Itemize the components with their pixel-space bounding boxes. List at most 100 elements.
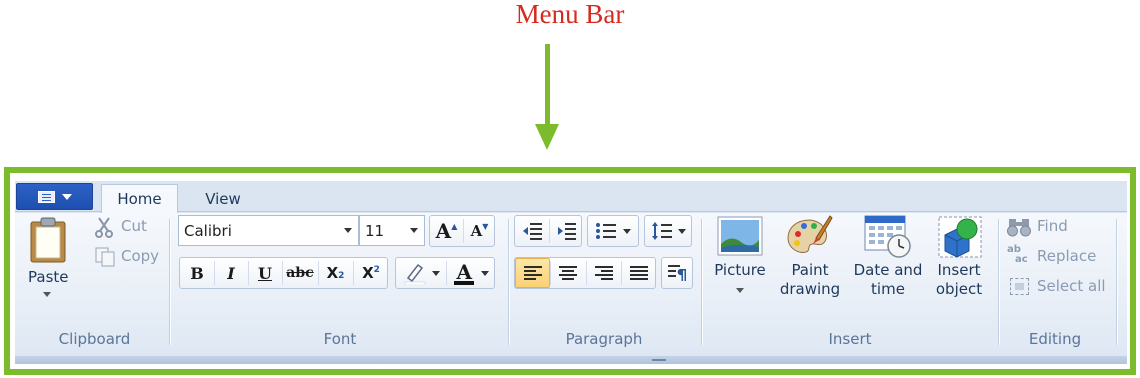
justify-icon	[630, 266, 648, 280]
annotation-arrow-head	[535, 124, 559, 150]
copy-label: Copy	[121, 247, 160, 265]
align-right-button[interactable]	[586, 258, 621, 288]
align-center-button[interactable]	[550, 258, 586, 288]
tab-home[interactable]: Home	[101, 184, 178, 213]
group-label-insert: Insert	[828, 330, 872, 348]
increase-indent-icon	[558, 223, 576, 240]
insert-picture-button[interactable]: Picture	[708, 213, 772, 305]
paste-label: Paste	[28, 268, 69, 286]
paint-drawing-label: Paint drawing	[779, 261, 841, 298]
picture-icon	[717, 216, 763, 256]
date-and-time-label: Date and time	[853, 261, 923, 298]
chevron-down-icon	[410, 228, 418, 233]
binoculars-icon	[1007, 219, 1031, 237]
bold-icon: B	[190, 263, 204, 283]
copy-button[interactable]: Copy	[90, 243, 162, 271]
underline-button[interactable]: U	[248, 258, 282, 288]
font-color-icon: A	[453, 260, 474, 286]
ribbon-tab-bar: Home View	[15, 181, 1127, 213]
shrink-font-button[interactable]: A ▼	[463, 216, 496, 246]
font-color-button[interactable]: A	[446, 258, 496, 288]
chevron-down-icon	[677, 228, 686, 234]
bold-button[interactable]: B	[180, 258, 214, 288]
paste-button[interactable]: Paste	[23, 215, 73, 303]
subscript-button[interactable]: X2	[318, 258, 353, 288]
group-label-paragraph: Paragraph	[565, 330, 643, 348]
grow-font-icon: ▲	[451, 221, 458, 231]
chevron-down-icon	[480, 270, 489, 276]
align-right-icon	[594, 266, 613, 280]
align-left-button[interactable]	[515, 258, 550, 288]
replace-label: Replace	[1037, 247, 1097, 265]
highlight-frame: Home View Paste Cut Copy Clipboard Calib…	[4, 167, 1136, 375]
insert-object-label: Insert object	[935, 261, 983, 298]
superscript-button[interactable]: X2	[353, 258, 389, 288]
align-left-icon	[523, 266, 542, 280]
chevron-down-icon	[344, 228, 352, 233]
font-family-select[interactable]: Calibri	[178, 215, 359, 246]
paragraph-settings-button[interactable]	[661, 257, 693, 289]
highlight-color-button[interactable]	[396, 258, 446, 288]
font-size-select[interactable]: 11	[359, 215, 425, 246]
subscript-icon: X2	[326, 264, 345, 282]
decrease-indent-icon	[523, 223, 542, 240]
italic-icon: I	[227, 263, 235, 283]
increase-indent-button[interactable]	[549, 216, 583, 246]
annotation-caption: Menu Bar	[515, 0, 625, 29]
strikethrough-button[interactable]: abc	[282, 258, 318, 288]
palette-icon	[787, 215, 833, 253]
picture-dropdown-icon	[736, 288, 744, 293]
paragraph-icon	[668, 265, 686, 281]
shrink-font-icon: ▼	[482, 221, 489, 231]
insert-object-icon	[938, 216, 982, 258]
indent-buttons	[514, 215, 582, 247]
alignment-buttons	[514, 257, 656, 289]
select-all-button[interactable]: Select all	[1005, 273, 1115, 301]
application-menu-button[interactable]	[16, 183, 93, 210]
replace-button[interactable]: ab ac Replace	[1005, 243, 1115, 271]
group-label-clipboard: Clipboard	[58, 330, 131, 348]
font-family-value: Calibri	[184, 221, 232, 240]
italic-button[interactable]: I	[214, 258, 248, 288]
calendar-clock-icon	[864, 215, 911, 258]
grow-font-button[interactable]: A ▲	[430, 216, 463, 246]
group-separator	[169, 219, 170, 345]
highlighter-icon	[404, 263, 425, 285]
justify-button[interactable]	[621, 258, 657, 288]
chevron-down-icon	[623, 228, 631, 234]
cut-button[interactable]: Cut	[90, 213, 162, 241]
line-spacing-icon	[651, 222, 672, 240]
cut-label: Cut	[121, 217, 147, 235]
font-size-buttons: A ▲ A ▼	[429, 215, 495, 247]
ribbon: Home View Paste Cut Copy Clipboard Calib…	[15, 181, 1127, 364]
decrease-indent-button[interactable]	[515, 216, 549, 246]
paste-dropdown-icon	[43, 292, 51, 297]
bullets-button[interactable]	[587, 215, 639, 247]
find-button[interactable]: Find	[1005, 213, 1105, 241]
group-separator	[508, 219, 509, 345]
bullet-list-icon	[596, 223, 616, 239]
insert-object-button[interactable]: Insert object	[928, 213, 990, 305]
underline-icon: U	[258, 263, 272, 283]
clipboard-icon	[30, 217, 66, 263]
select-all-icon	[1010, 278, 1029, 295]
line-spacing-button[interactable]	[644, 215, 692, 247]
chevron-down-icon	[431, 270, 440, 276]
tab-view[interactable]: View	[183, 184, 263, 213]
grip-icon	[652, 359, 666, 361]
picture-label: Picture	[714, 261, 766, 279]
group-label-editing: Editing	[1028, 330, 1082, 348]
replace-icon: ab ac	[1007, 244, 1028, 265]
superscript-icon: X2	[362, 264, 380, 282]
group-separator	[701, 219, 702, 345]
paint-drawing-button[interactable]: Paint drawing	[774, 213, 846, 305]
color-buttons: A	[395, 257, 495, 289]
font-size-value: 11	[365, 221, 385, 240]
ribbon-minimize-strip[interactable]	[15, 356, 1127, 364]
date-and-time-button[interactable]: Date and time	[848, 213, 928, 305]
group-separator	[1116, 219, 1117, 345]
group-label-font: Font	[323, 330, 357, 348]
font-style-buttons: B I U abc X2 X2	[179, 257, 388, 289]
document-icon	[37, 190, 55, 203]
strikethrough-icon: abc	[286, 265, 314, 281]
